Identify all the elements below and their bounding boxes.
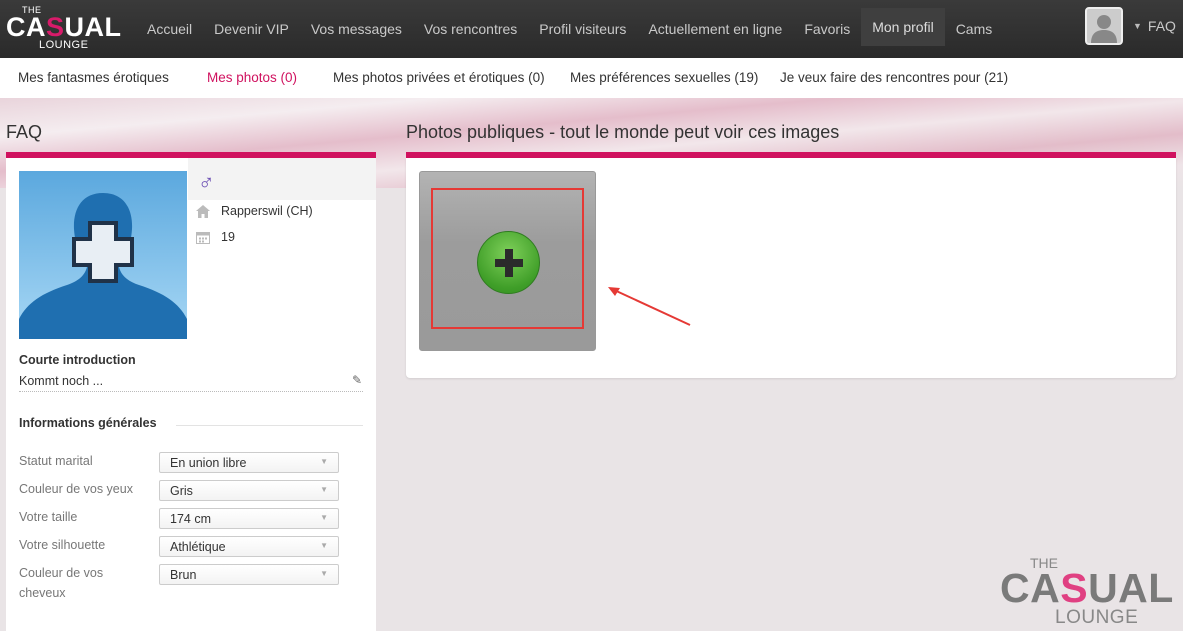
nav-item-accueil[interactable]: Accueil [136,0,203,58]
top-nav: THE CASUAL LOUNGE Accueil Devenir VIP Vo… [0,0,1183,58]
male-gender-icon: ♂ [198,170,215,195]
nav-item-devenir-vip[interactable]: Devenir VIP [203,0,300,58]
select-statut-marital[interactable]: En union libre ▼ [159,452,339,473]
field-label-cheveux: Couleur de vos cheveux [19,566,104,600]
nav-item-vos-rencontres[interactable]: Vos rencontres [413,0,528,58]
chevron-down-icon: ▼ [320,457,328,466]
main-nav: Accueil Devenir VIP Vos messages Vos ren… [136,0,1003,58]
add-plus-icon [477,231,540,294]
profile-picture-placeholder[interactable] [19,171,187,339]
profile-panel: ♂ Rapperswil (CH) 19 Courte introduction… [6,158,376,631]
chevron-down-icon: ▼ [320,569,328,578]
select-silhouette[interactable]: Athlétique ▼ [159,536,339,557]
user-silhouette-icon [1091,15,1117,43]
nav-item-profil-visiteurs[interactable]: Profil visiteurs [528,0,637,58]
edit-pencil-icon[interactable]: ✎ [352,373,362,387]
intro-text: Kommt noch ... [19,374,104,388]
chevron-down-icon[interactable]: ▼ [1133,21,1142,31]
select-taille[interactable]: 174 cm ▼ [159,508,339,529]
nav-item-favoris[interactable]: Favoris [793,0,861,58]
nav-item-actuellement-en-ligne[interactable]: Actuellement en ligne [637,0,793,58]
tab-fantasmes[interactable]: Mes fantasmes érotiques [18,70,169,85]
field-label-couleur-yeux: Couleur de vos yeux [19,482,133,496]
logo-lounge: LOUNGE [39,39,89,51]
section-title: Photos publiques - tout le monde peut vo… [406,122,840,142]
tab-photos-privees[interactable]: Mes photos privées et érotiques (0) [333,70,545,85]
info-strip [188,158,376,200]
nav-item-vos-messages[interactable]: Vos messages [300,0,413,58]
page-title: FAQ [6,122,43,142]
location-text: Rapperswil (CH) [221,204,313,218]
tab-rencontres-pour[interactable]: Je veux faire des rencontres pour (21) [780,70,1008,85]
nav-item-cams[interactable]: Cams [945,0,1004,58]
calendar-icon [196,230,210,244]
general-info-heading: Informations générales [19,416,157,430]
chevron-down-icon: ▼ [320,513,328,522]
field-label-silhouette: Votre silhouette [19,538,106,552]
site-logo[interactable]: THE CASUAL LOUNGE [6,5,121,51]
nav-item-mon-profil[interactable]: Mon profil [861,8,945,46]
logo-casual: CASUAL [1000,565,1174,611]
select-couleur-yeux[interactable]: Gris ▼ [159,480,339,501]
user-menu[interactable]: ▼ FAQ [1085,7,1176,45]
faq-link[interactable]: FAQ [1148,18,1176,34]
chevron-down-icon: ▼ [320,485,328,494]
age-row: 19 [196,230,235,244]
field-label-statut-marital: Statut marital [19,454,93,468]
add-profile-photo-icon [19,193,187,339]
intro-heading: Courte introduction [19,353,136,367]
tab-mes-photos[interactable]: Mes photos (0) [207,70,297,85]
avatar[interactable] [1085,7,1123,45]
home-icon [196,204,210,218]
tab-preferences[interactable]: Mes préférences sexuelles (19) [570,70,758,85]
location-row: Rapperswil (CH) [196,204,313,218]
field-label-taille: Votre taille [19,510,78,524]
divider [19,391,363,392]
annotation-arrow-icon [608,287,691,326]
divider [176,425,363,426]
watermark-logo: THE CASUAL LOUNGE [1000,555,1183,631]
chevron-down-icon: ▼ [320,541,328,550]
logo-lounge: LOUNGE [1055,607,1139,628]
select-cheveux[interactable]: Brun ▼ [159,564,339,585]
profile-subnav: Mes fantasmes érotiques Mes photos (0) M… [0,58,1183,98]
age-text: 19 [221,230,235,244]
public-photos-panel [406,158,1176,378]
add-photo-button[interactable] [419,171,596,351]
